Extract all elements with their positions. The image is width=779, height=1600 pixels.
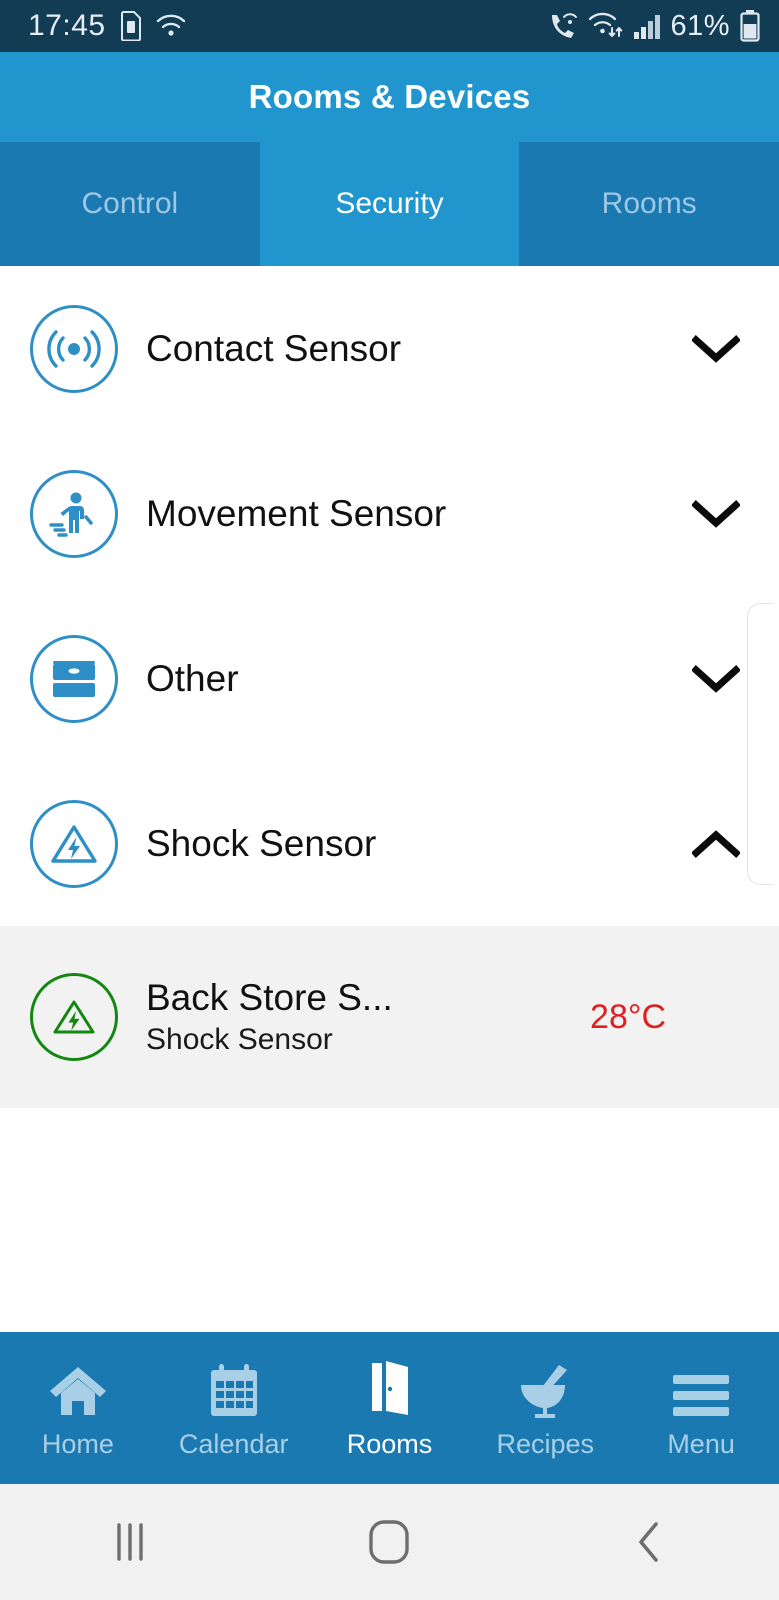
bottom-nav-home[interactable]: Home xyxy=(0,1332,156,1484)
tab-rooms[interactable]: Rooms xyxy=(519,142,779,266)
bottom-nav-menu[interactable]: Menu xyxy=(623,1332,779,1484)
android-nav-bar xyxy=(0,1484,779,1600)
bottom-nav-rooms[interactable]: Rooms xyxy=(312,1332,468,1484)
bottom-nav-menu-label: Menu xyxy=(667,1428,735,1459)
status-bar-clock: 17:45 xyxy=(28,9,106,42)
bottom-nav-calendar-label: Calendar xyxy=(178,1428,289,1459)
bottom-nav-rooms-label: Rooms xyxy=(346,1428,433,1459)
group-row-movement-sensor[interactable]: Movement Sensor xyxy=(0,431,779,596)
bottom-nav-home-label: Home xyxy=(41,1428,114,1459)
back-icon[interactable] xyxy=(589,1484,709,1600)
vertical-scrollbar[interactable] xyxy=(747,603,773,885)
tab-control[interactable]: Control xyxy=(0,142,260,266)
bottom-nav-bar: Home Calendar Rooms Recipes Menu xyxy=(0,1332,779,1484)
wifi-calling-icon xyxy=(547,11,579,41)
group-label-shock-sensor: Shock Sensor xyxy=(146,822,377,864)
tab-control-label: Control xyxy=(81,187,179,220)
device-name: Back Store S... xyxy=(146,977,393,1019)
status-bar-right: 61% xyxy=(547,10,761,43)
chevron-down-icon[interactable] xyxy=(688,651,744,707)
signal-bars-icon xyxy=(633,12,661,40)
group-row-contact-sensor[interactable]: Contact Sensor xyxy=(0,266,779,431)
recents-icon[interactable] xyxy=(70,1484,190,1600)
status-bar: 17:45 61% xyxy=(0,0,779,52)
chevron-up-icon[interactable] xyxy=(688,816,744,872)
group-label-other: Other xyxy=(146,657,239,699)
status-bar-left: 17:45 xyxy=(28,9,186,43)
bottom-nav-recipes[interactable]: Recipes xyxy=(467,1332,623,1484)
wifi-icon xyxy=(156,14,186,38)
open-door-icon xyxy=(366,1357,412,1419)
battery-percent-label: 61% xyxy=(670,9,730,42)
chevron-down-icon[interactable] xyxy=(688,486,744,542)
calendar-icon xyxy=(207,1357,261,1419)
hamburger-menu-icon xyxy=(671,1357,731,1419)
device-type: Shock Sensor xyxy=(146,1022,333,1056)
bottom-nav-calendar[interactable]: Calendar xyxy=(156,1332,312,1484)
device-text-block: Back Store S... Shock Sensor xyxy=(146,977,590,1056)
group-label-movement-sensor: Movement Sensor xyxy=(146,492,447,534)
sim-card-icon xyxy=(120,11,142,41)
bottom-nav-recipes-label: Recipes xyxy=(496,1428,595,1459)
storage-box-icon xyxy=(30,634,118,723)
device-value: 28°C xyxy=(590,997,666,1036)
wifi-data-icon xyxy=(588,12,624,40)
security-device-list[interactable]: Contact Sensor Movement Sensor Other Sho… xyxy=(0,266,779,1332)
shock-warning-icon xyxy=(30,799,118,888)
device-row-back-store[interactable]: Back Store S... Shock Sensor 28°C xyxy=(0,926,779,1108)
tab-rooms-label: Rooms xyxy=(601,187,697,220)
group-row-other[interactable]: Other xyxy=(0,596,779,761)
walking-person-icon xyxy=(30,469,118,558)
app-bar: Rooms & Devices xyxy=(0,52,779,142)
tab-bar: Control Security Rooms xyxy=(0,142,779,266)
phone-screen: 17:45 61% Rooms & Devices Control Securi… xyxy=(0,0,779,1600)
group-row-shock-sensor[interactable]: Shock Sensor xyxy=(0,761,779,926)
tab-security-label: Security xyxy=(335,187,444,220)
house-icon xyxy=(47,1357,109,1419)
mortar-pestle-icon xyxy=(516,1357,574,1419)
page-title: Rooms & Devices xyxy=(248,78,531,115)
home-icon[interactable] xyxy=(329,1484,449,1600)
shock-warning-icon xyxy=(30,973,118,1061)
chevron-down-icon[interactable] xyxy=(688,321,744,377)
signal-waves-icon xyxy=(30,304,118,393)
tab-security[interactable]: Security xyxy=(259,142,520,266)
battery-icon xyxy=(739,10,761,42)
group-label-contact-sensor: Contact Sensor xyxy=(146,327,402,369)
